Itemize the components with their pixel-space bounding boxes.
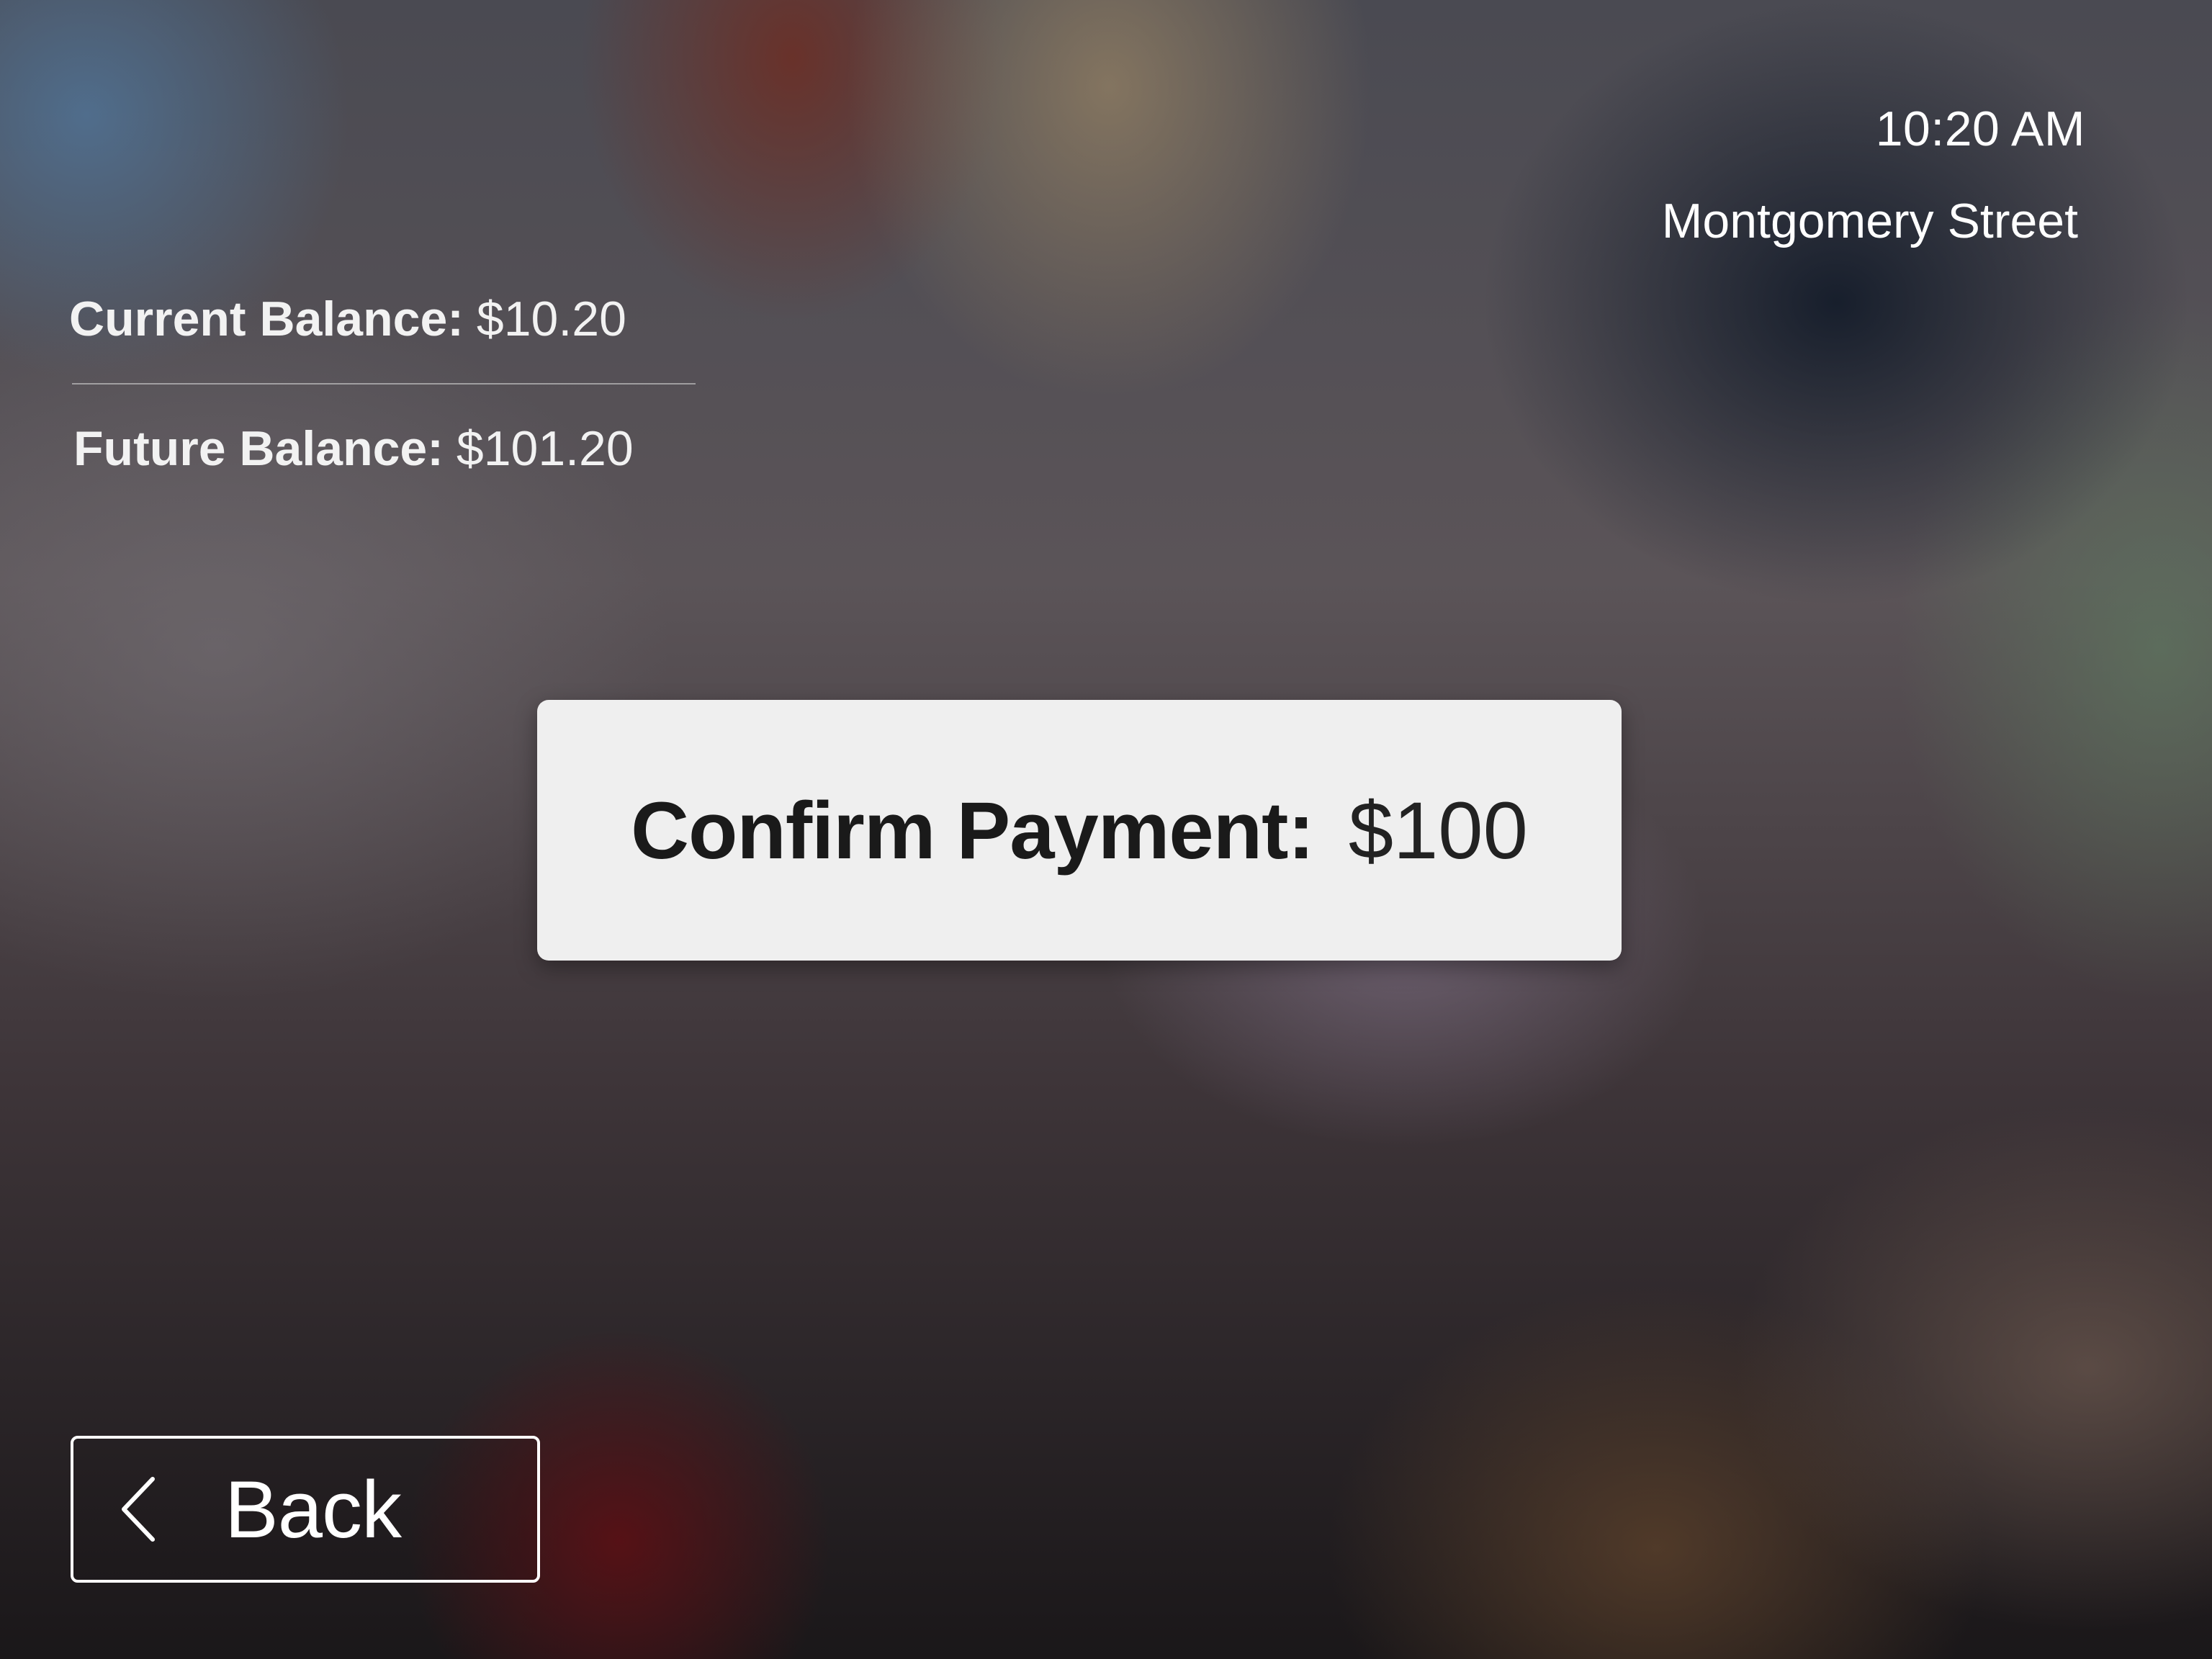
confirm-payment-button[interactable]: Confirm Payment: $100 xyxy=(537,700,1622,961)
station-name: Montgomery Street xyxy=(1661,194,2078,248)
current-balance: Current Balance: $10.20 xyxy=(69,291,626,347)
future-balance-value: $101.20 xyxy=(456,421,634,476)
chevron-left-icon xyxy=(118,1473,161,1545)
clock-time: 10:20 AM xyxy=(1875,102,2085,156)
future-balance-label: Future Balance: xyxy=(73,421,444,476)
current-balance-value: $10.20 xyxy=(476,292,626,346)
confirm-payment-label: Confirm Payment: xyxy=(631,785,1315,876)
future-balance: Future Balance: $101.20 xyxy=(73,421,634,477)
current-balance-label: Current Balance: xyxy=(69,292,464,346)
confirm-payment-amount: $100 xyxy=(1348,785,1528,876)
back-button[interactable]: Back xyxy=(71,1436,540,1583)
balance-divider xyxy=(72,383,696,385)
back-label: Back xyxy=(225,1464,402,1555)
